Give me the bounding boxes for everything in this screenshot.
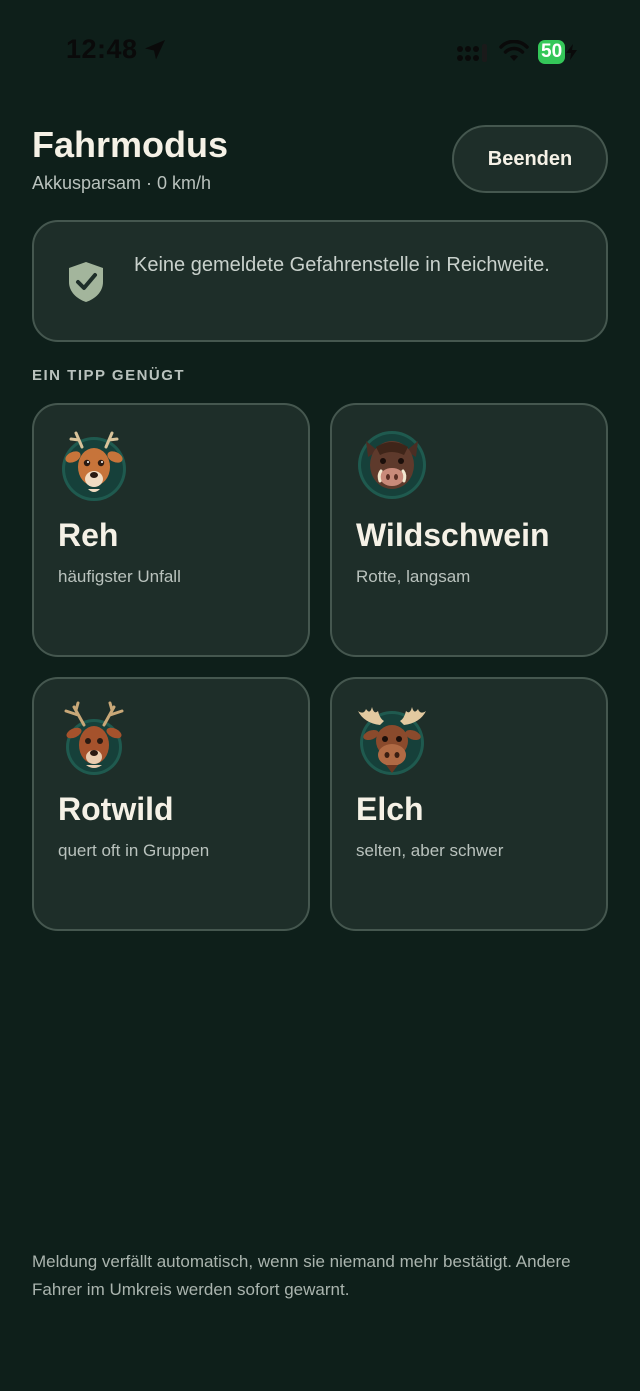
deer-icon (62, 431, 126, 501)
page-subtitle: Akkusparsam · 0 km/h (32, 173, 212, 193)
animal-card-elch[interactable]: Elch selten, aber schwer (330, 677, 608, 931)
red-deer-icon (64, 701, 124, 775)
battery-indicator: 50 (538, 40, 582, 64)
animal-card-reh[interactable]: Reh häufigster Unfall (32, 403, 310, 657)
status-time: 12:48 (66, 34, 138, 64)
hazard-status-text: Keine gemeldete Gefahrenstelle in Reichw… (134, 254, 550, 276)
battery-level: 50 (538, 40, 566, 64)
animal-description: selten, aber schwer (356, 841, 504, 860)
animal-name: Elch (356, 791, 424, 827)
hazard-status-card: Keine gemeldete Gefahrenstelle in Reichw… (32, 220, 608, 342)
boar-icon (358, 431, 426, 499)
charging-bolt-icon (566, 44, 578, 60)
cellular-signal-icon (457, 44, 487, 62)
animal-name: Rotwild (58, 791, 174, 827)
animal-description: quert oft in Gruppen (58, 841, 210, 860)
page-title: Fahrmodus (32, 124, 229, 165)
status-bar: 12:48 50 (0, 0, 640, 100)
animal-description: häufigster Unfall (58, 567, 181, 586)
animal-description: Rotte, langsam (356, 567, 471, 586)
shield-check-icon (69, 262, 103, 302)
end-button[interactable]: Beenden (452, 125, 608, 193)
animal-name: Wildschwein (356, 517, 550, 553)
animal-name: Reh (58, 517, 119, 553)
animal-card-rotwild[interactable]: Rotwild quert oft in Gruppen (32, 677, 310, 931)
wifi-icon (499, 40, 529, 61)
moose-icon (358, 707, 426, 775)
footer-note: Meldung verfällt automatisch, wenn sie n… (32, 1252, 571, 1299)
section-label: EIN TIPP GENÜGT (32, 367, 186, 384)
location-arrow-icon (145, 40, 165, 60)
animal-card-wildschwein[interactable]: Wildschwein Rotte, langsam (330, 403, 608, 657)
